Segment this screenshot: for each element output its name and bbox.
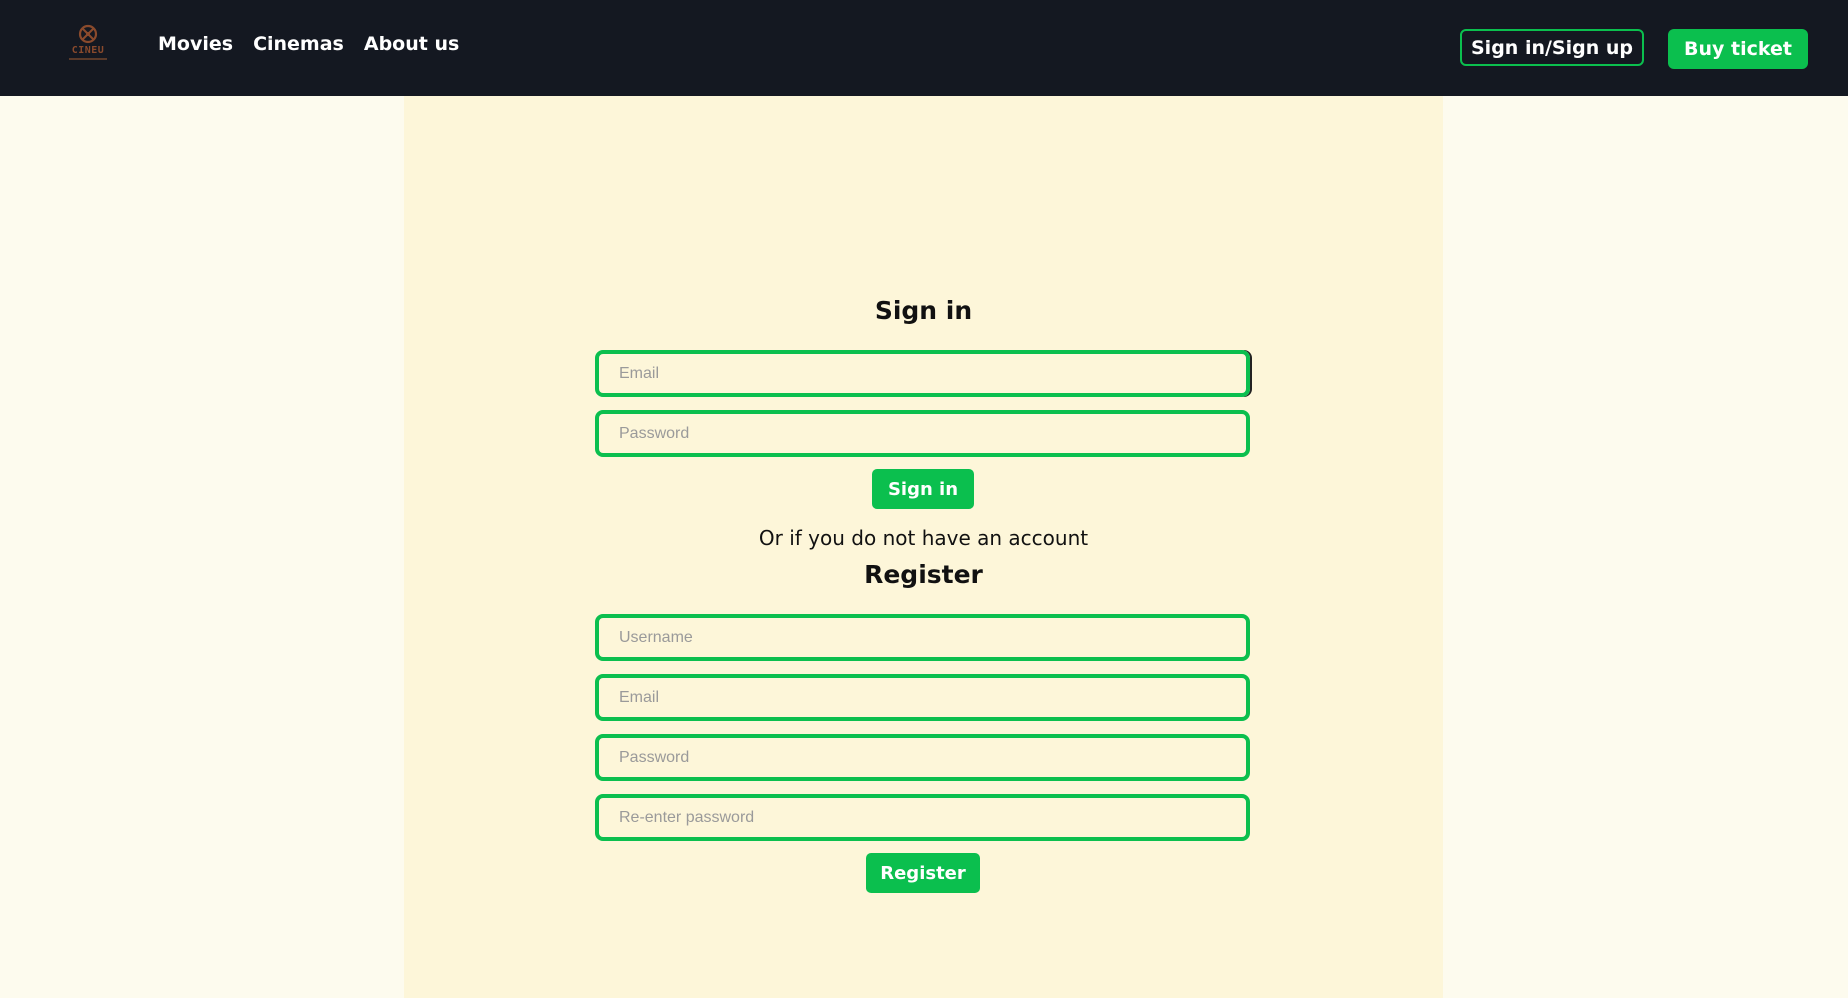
logo-text: CINEU [71, 45, 105, 56]
logo-underline [69, 58, 107, 60]
buy-ticket-button[interactable]: Buy ticket [1668, 29, 1808, 69]
film-reel-icon [78, 24, 98, 44]
main-nav: Movies Cinemas About us [158, 33, 459, 55]
signin-title: Sign in [874, 296, 973, 325]
register-submit-button[interactable]: Register [866, 853, 980, 893]
signin-submit-button[interactable]: Sign in [872, 469, 974, 509]
signin-password-field[interactable] [595, 410, 1250, 457]
auth-panel: Sign in Sign in Or if you do not have an… [404, 96, 1443, 998]
signin-email-field[interactable] [595, 350, 1250, 397]
nav-item-movies[interactable]: Movies [158, 33, 233, 55]
register-reenter-password-field[interactable] [595, 794, 1250, 841]
register-title: Register [864, 560, 983, 589]
nav-item-about-us[interactable]: About us [364, 33, 459, 55]
register-username-field[interactable] [595, 614, 1250, 661]
register-email-field[interactable] [595, 674, 1250, 721]
register-prompt-text: Or if you do not have an account [758, 526, 1089, 550]
signin-signup-button[interactable]: Sign in/Sign up [1460, 29, 1644, 66]
nav-item-cinemas[interactable]: Cinemas [253, 33, 344, 55]
brand-logo[interactable]: CINEU [64, 24, 112, 70]
register-password-field[interactable] [595, 734, 1250, 781]
top-navbar: CINEU Movies Cinemas About us Sign in/Si… [0, 0, 1848, 96]
